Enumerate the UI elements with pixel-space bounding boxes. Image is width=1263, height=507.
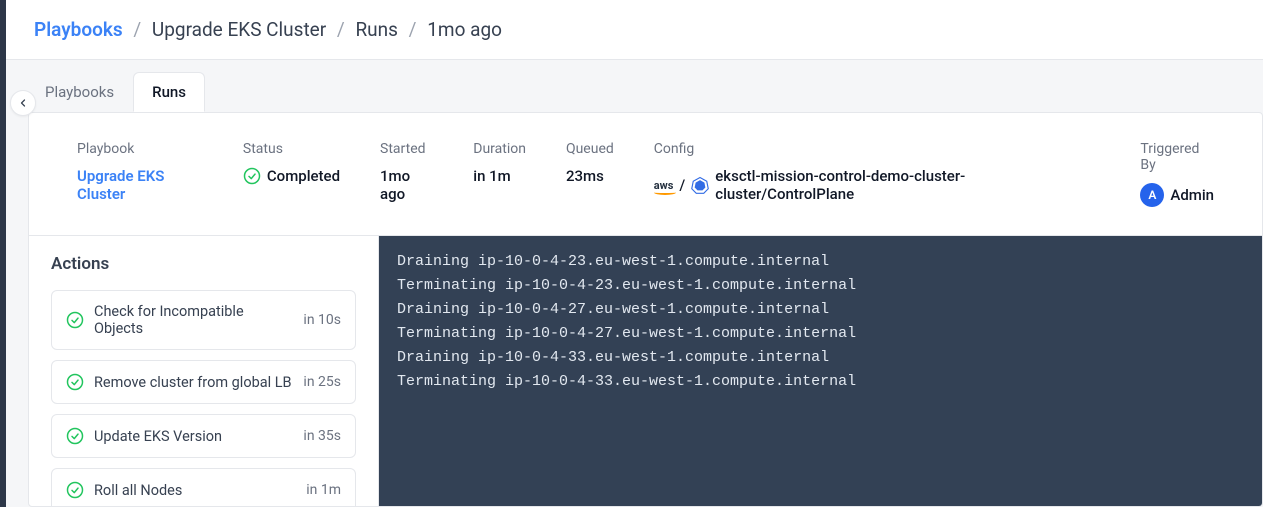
queued-value: 23ms bbox=[566, 167, 614, 185]
action-duration: in 10s bbox=[303, 312, 341, 328]
action-duration: in 25s bbox=[303, 374, 341, 390]
action-item[interactable]: Check for Incompatible Objects in 10s bbox=[51, 290, 356, 350]
breadcrumb-separator: / bbox=[133, 18, 141, 41]
tab-playbooks[interactable]: Playbooks bbox=[26, 72, 133, 112]
duration-value: in 1m bbox=[473, 167, 526, 185]
breadcrumb-separator: / bbox=[337, 18, 345, 41]
check-circle-icon bbox=[243, 167, 261, 185]
action-name: Check for Incompatible Objects bbox=[94, 303, 293, 337]
sidebar-collapsed bbox=[0, 0, 6, 507]
started-value: 1mo ago bbox=[380, 167, 433, 203]
meta-playbook: Playbook Upgrade EKS Cluster bbox=[77, 141, 203, 203]
meta-started: Started 1mo ago bbox=[380, 141, 433, 203]
meta-status: Status Completed bbox=[243, 141, 340, 185]
action-list: Check for Incompatible Objects in 10s Re… bbox=[51, 290, 356, 506]
check-circle-icon bbox=[66, 373, 84, 391]
meta-label: Triggered By bbox=[1140, 141, 1214, 173]
terminal-output[interactable]: Draining ip-10-0-4-23.eu-west-1.compute.… bbox=[379, 236, 1262, 506]
avatar: A bbox=[1140, 183, 1164, 207]
tab-runs[interactable]: Runs bbox=[133, 72, 205, 112]
chevron-left-icon bbox=[17, 97, 29, 109]
config-text: eksctl-mission-control-demo-cluster-clus… bbox=[715, 167, 1060, 203]
action-duration: in 1m bbox=[306, 482, 341, 498]
check-circle-icon bbox=[66, 481, 84, 499]
action-item[interactable]: Remove cluster from global LB in 25s bbox=[51, 360, 356, 404]
meta-queued: Queued 23ms bbox=[566, 141, 614, 185]
breadcrumb-separator: / bbox=[409, 18, 417, 41]
breadcrumb-item[interactable]: Upgrade EKS Cluster bbox=[152, 18, 326, 41]
config-separator: / bbox=[679, 176, 685, 194]
check-circle-icon bbox=[66, 427, 84, 445]
status-badge: Completed bbox=[243, 167, 340, 185]
triggered-by-value[interactable]: A Admin bbox=[1140, 183, 1214, 207]
breadcrumb-item[interactable]: Runs bbox=[355, 18, 397, 41]
meta-label: Config bbox=[654, 141, 1061, 157]
content-panel: Playbook Upgrade EKS Cluster Status Comp… bbox=[28, 112, 1263, 507]
actions-panel: Actions Check for Incompatible Objects i… bbox=[29, 236, 379, 506]
meta-config: Config aws / eksctl-mission-control-demo… bbox=[654, 141, 1061, 203]
meta-label: Playbook bbox=[77, 141, 203, 157]
action-item[interactable]: Update EKS Version in 35s bbox=[51, 414, 356, 458]
breadcrumb-root[interactable]: Playbooks bbox=[34, 18, 123, 41]
action-name: Update EKS Version bbox=[94, 428, 293, 445]
action-item[interactable]: Roll all Nodes in 1m bbox=[51, 468, 356, 506]
action-name: Remove cluster from global LB bbox=[94, 374, 293, 391]
meta-triggered-by: Triggered By A Admin bbox=[1140, 141, 1214, 207]
breadcrumb: Playbooks / Upgrade EKS Cluster / Runs /… bbox=[6, 0, 1263, 60]
status-text: Completed bbox=[267, 167, 340, 185]
meta-label: Duration bbox=[473, 141, 526, 157]
meta-label: Queued bbox=[566, 141, 614, 157]
check-circle-icon bbox=[66, 311, 84, 329]
config-value[interactable]: aws / eksctl-mission-control-demo-cluste… bbox=[654, 167, 1061, 203]
kubernetes-icon bbox=[691, 176, 709, 194]
meta-duration: Duration in 1m bbox=[473, 141, 526, 185]
run-meta-row: Playbook Upgrade EKS Cluster Status Comp… bbox=[29, 113, 1262, 236]
meta-label: Status bbox=[243, 141, 340, 157]
meta-label: Started bbox=[380, 141, 433, 157]
playbook-link[interactable]: Upgrade EKS Cluster bbox=[77, 167, 203, 203]
breadcrumb-item: 1mo ago bbox=[427, 18, 502, 41]
sidebar-toggle-button[interactable] bbox=[10, 90, 36, 116]
action-duration: in 35s bbox=[303, 428, 341, 444]
action-name: Roll all Nodes bbox=[94, 482, 296, 499]
triggered-user: Admin bbox=[1170, 186, 1214, 204]
tabs: Playbooks Runs bbox=[6, 72, 1263, 112]
aws-icon: aws bbox=[654, 179, 674, 192]
actions-title: Actions bbox=[51, 254, 356, 274]
